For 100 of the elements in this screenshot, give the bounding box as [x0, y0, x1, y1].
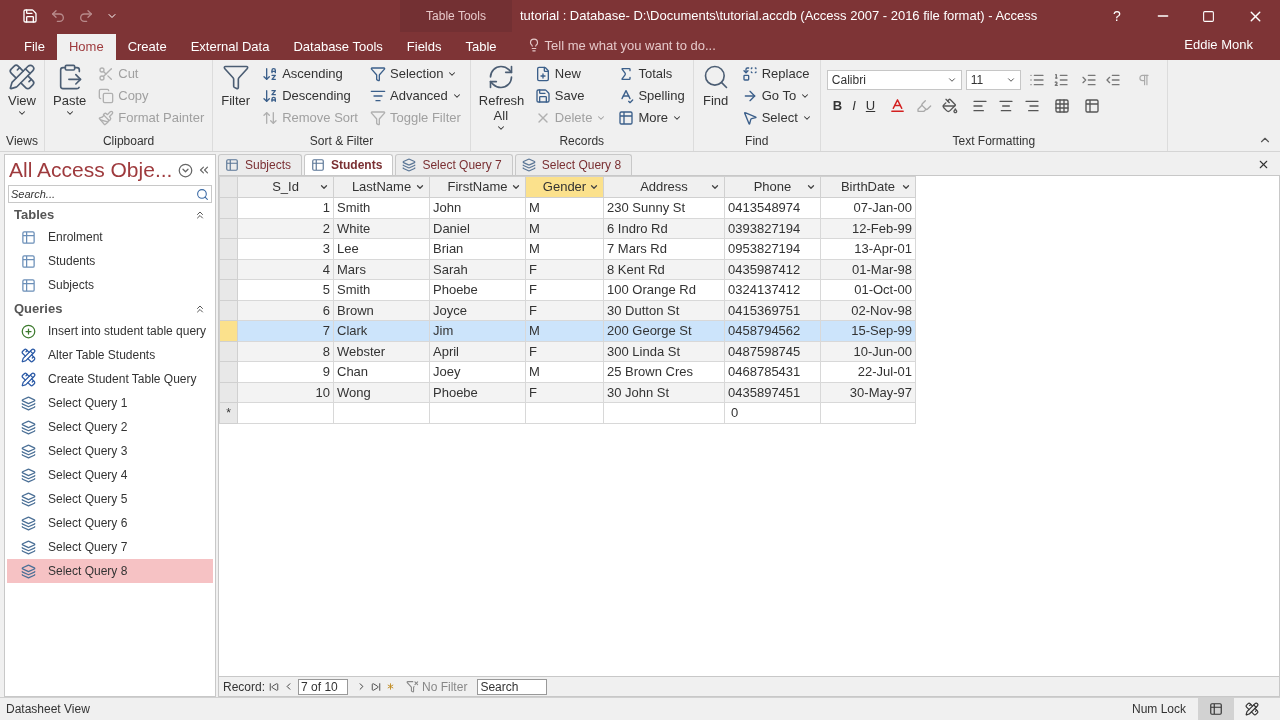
close-icon[interactable] — [1257, 158, 1270, 171]
nav-item[interactable]: Enrolment — [7, 225, 213, 249]
dropdown-icon[interactable] — [178, 162, 193, 178]
italic-button[interactable]: I — [852, 96, 856, 116]
ribbon-button[interactable]: New — [530, 63, 611, 85]
nav-item[interactable]: Select Query 3 — [7, 439, 213, 463]
ribbon-button[interactable]: Descending — [258, 85, 362, 107]
ribbon-button[interactable]: View — [4, 63, 40, 133]
nav-item[interactable]: Subjects — [7, 273, 213, 297]
table-cell: 5 — [237, 279, 334, 300]
ribbon-button[interactable]: Refresh All — [474, 63, 527, 133]
nav-item[interactable]: Students — [7, 249, 213, 273]
ribbon-button[interactable]: Save — [530, 85, 611, 107]
table-row[interactable]: 2 White Daniel M 6 Indro Rd 0393827194 12-Feb-99 — [219, 218, 916, 239]
ribbon-tab[interactable]: External Data — [178, 34, 282, 60]
nav-item[interactable]: Select Query 2 — [7, 415, 213, 439]
first-record-icon[interactable] — [269, 681, 280, 692]
nav-item[interactable]: Create Student Table Query — [7, 367, 213, 391]
table-row[interactable]: 9 Chan Joey M 25 Brown Cres 0468785431 22-Jul-01 — [219, 361, 916, 382]
last-record-icon[interactable] — [371, 681, 382, 692]
caret-icon[interactable] — [511, 182, 521, 192]
nav-item[interactable]: Select Query 8 — [7, 559, 213, 583]
table-row[interactable]: 4 Mars Sarah F 8 Kent Rd 0435987412 01-Mar-98 — [219, 259, 916, 280]
search-field[interactable]: Search — [477, 678, 548, 695]
undo-icon[interactable] — [50, 8, 66, 24]
ribbon-button[interactable]: Select — [737, 107, 816, 129]
nav-item[interactable]: Alter Table Students — [7, 343, 213, 367]
ribbon-tab[interactable]: Table — [453, 34, 509, 60]
ribbon-tab[interactable]: File — [12, 34, 57, 60]
nav-item[interactable]: Insert into student table query — [7, 319, 213, 343]
font-color-icon[interactable] — [889, 97, 907, 115]
column-header[interactable]: Gender — [525, 176, 604, 198]
column-header[interactable]: S_Id — [237, 176, 334, 198]
tell-me-field[interactable]: Tell me what you want to do... — [526, 35, 716, 55]
caret-icon[interactable] — [901, 182, 911, 192]
ribbon-button[interactable]: Selection — [366, 63, 466, 85]
outdent-icon[interactable] — [1104, 72, 1121, 88]
table-row[interactable]: 3 Lee Brian M 7 Mars Rd 0953827194 13-Apr-01 — [219, 238, 916, 259]
indent-icon[interactable] — [1080, 72, 1097, 88]
document-tab[interactable]: Subjects — [218, 154, 303, 175]
query-icon — [21, 419, 36, 435]
table-row[interactable]: 7 Clark Jim M 200 George St 0458794562 15-Sep-99 — [219, 320, 916, 341]
caret-icon[interactable] — [415, 182, 425, 192]
ribbon-button[interactable]: Go To — [737, 85, 816, 107]
table-row[interactable]: 6 Brown Joyce F 30 Dutton St 0415369751 02-Nov-98 — [219, 300, 916, 321]
save-icon[interactable] — [22, 8, 38, 24]
view-button[interactable] — [1198, 698, 1234, 720]
caret-icon[interactable] — [710, 182, 720, 192]
nav-item[interactable]: Select Query 5 — [7, 487, 213, 511]
underline-button[interactable]: U — [865, 96, 876, 116]
bullets-icon[interactable] — [1028, 72, 1045, 88]
ribbon-button[interactable]: Spelling — [614, 85, 689, 107]
collapse-icon[interactable] — [197, 163, 211, 177]
table-icon[interactable] — [1084, 97, 1101, 114]
column-header[interactable]: BirthDate — [820, 176, 916, 198]
document-tab[interactable]: Select Query 7 — [395, 154, 513, 175]
ribbon-tab[interactable]: Database Tools — [281, 34, 395, 60]
paint-bucket-icon[interactable] — [942, 97, 959, 114]
column-header[interactable]: Address — [603, 176, 725, 198]
record-position-field[interactable]: 7 of 10 — [298, 678, 349, 695]
ribbon-button[interactable]: Find — [697, 63, 734, 133]
ribbon-button[interactable]: Ascending — [258, 63, 362, 85]
redo-icon[interactable] — [78, 8, 94, 24]
font-name-field[interactable]: Calibri — [826, 70, 962, 90]
column-header[interactable]: Phone — [724, 176, 821, 198]
maximize-icon[interactable] — [1202, 9, 1215, 23]
ribbon-button[interactable]: Filter — [217, 63, 255, 133]
caret-icon[interactable] — [589, 182, 599, 192]
nav-item[interactable]: Select Query 4 — [7, 463, 213, 487]
column-header[interactable]: LastName — [333, 176, 430, 198]
ribbon-button[interactable]: More — [614, 107, 689, 129]
ribbon-tab[interactable]: Home — [56, 34, 116, 60]
nav-item[interactable]: Select Query 7 — [7, 535, 213, 559]
ribbon-button[interactable]: Totals — [614, 63, 689, 85]
ribbon-tab[interactable]: Create — [115, 34, 179, 60]
table-row[interactable]: 1 Smith John M 230 Sunny St 0413548974 07-Jan-00 — [219, 197, 916, 218]
help-button[interactable]: ? — [1094, 5, 1140, 27]
font-size-field[interactable]: 11 — [965, 70, 1021, 90]
ribbon-button[interactable]: Paste — [49, 63, 91, 133]
collapse-section-icon[interactable] — [194, 303, 206, 315]
document-tab[interactable]: Select Query 8 — [514, 154, 633, 175]
numbering-icon[interactable] — [1052, 72, 1069, 88]
nav-item[interactable]: Select Query 1 — [7, 391, 213, 415]
table-row[interactable]: 8 Webster April F 300 Linda St 0487598745 10-Jun-00 — [219, 341, 916, 362]
ribbon-button[interactable]: Advanced — [366, 85, 466, 107]
ribbon-button[interactable]: Replace — [737, 63, 816, 85]
caret-icon — [451, 91, 462, 101]
caret-icon[interactable] — [806, 182, 816, 192]
collapse-section-icon[interactable] — [194, 209, 206, 221]
ribbon-tab[interactable]: Fields — [394, 34, 454, 60]
caret-icon[interactable] — [319, 182, 329, 192]
gridlines-icon[interactable] — [1054, 97, 1071, 114]
table-row[interactable]: 5 Smith Phoebe F 100 Orange Rd 0324137412 01-Oct-00 — [219, 279, 916, 300]
table-row[interactable]: 10 Wong Phoebe F 30 John St 0435897451 30-May-97 — [219, 382, 916, 403]
column-header[interactable]: FirstName — [429, 176, 526, 198]
table-cell: 0393827194 — [724, 218, 821, 239]
search-field[interactable]: Search... — [8, 185, 212, 203]
document-tab[interactable]: Students — [304, 154, 394, 175]
bold-button[interactable]: B — [832, 96, 843, 116]
nav-item[interactable]: Select Query 6 — [7, 511, 213, 535]
